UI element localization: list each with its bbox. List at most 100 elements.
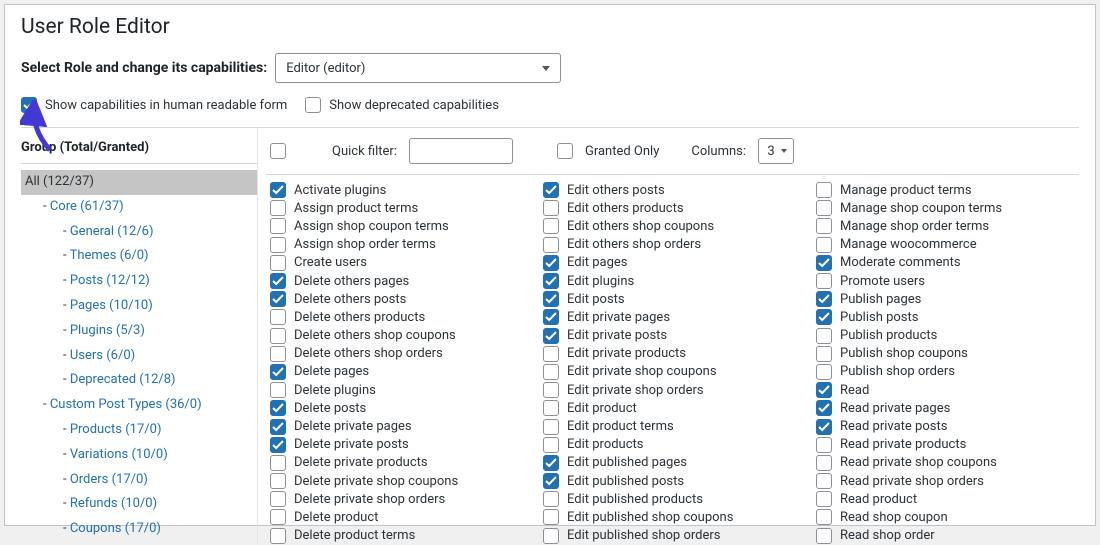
checkbox-icon bbox=[270, 528, 286, 544]
capability-label: Edit private shop orders bbox=[567, 383, 704, 398]
group-item-all[interactable]: All (122/37) bbox=[21, 170, 257, 195]
capability-row[interactable]: Read shop coupon bbox=[816, 508, 1079, 526]
columns-select[interactable]: 3 bbox=[758, 138, 794, 164]
capability-row[interactable]: Edit product terms bbox=[543, 417, 806, 435]
check-human-readable[interactable]: Show capabilities in human readable form bbox=[21, 97, 287, 113]
capability-row[interactable]: Read private products bbox=[816, 436, 1079, 454]
checkbox-icon bbox=[270, 382, 286, 398]
capability-row[interactable]: Delete others pages bbox=[270, 272, 533, 290]
capability-row[interactable]: Delete others products bbox=[270, 308, 533, 326]
capability-row[interactable]: Publish products bbox=[816, 327, 1079, 345]
capability-row[interactable]: Publish pages bbox=[816, 290, 1079, 308]
capability-row[interactable]: Manage woocommerce bbox=[816, 236, 1079, 254]
cap-column-1: Activate pluginsAssign product termsAssi… bbox=[270, 181, 533, 545]
group-item[interactable]: Plugins (5/3) bbox=[21, 319, 257, 344]
capability-row[interactable]: Delete product terms bbox=[270, 527, 533, 545]
capability-row[interactable]: Read private pages bbox=[816, 399, 1079, 417]
capability-label: Manage shop coupon terms bbox=[840, 201, 1002, 216]
capability-row[interactable]: Manage product terms bbox=[816, 181, 1079, 199]
capability-row[interactable]: Delete private pages bbox=[270, 417, 533, 435]
capability-row[interactable]: Read private shop orders bbox=[816, 472, 1079, 490]
capability-row[interactable]: Edit private shop coupons bbox=[543, 363, 806, 381]
checkbox-icon bbox=[816, 255, 832, 271]
group-item[interactable]: Products (17/0) bbox=[21, 418, 257, 443]
capability-row[interactable]: Manage shop order terms bbox=[816, 217, 1079, 235]
capability-row[interactable]: Edit product bbox=[543, 399, 806, 417]
capability-row[interactable]: Read private posts bbox=[816, 417, 1079, 435]
capability-row[interactable]: Edit published shop orders bbox=[543, 527, 806, 545]
capability-row[interactable]: Edit others shop orders bbox=[543, 236, 806, 254]
group-item[interactable]: Custom Post Types (36/0) bbox=[21, 393, 257, 418]
group-item[interactable]: Deprecated (12/8) bbox=[21, 368, 257, 393]
capability-row[interactable]: Assign shop coupon terms bbox=[270, 217, 533, 235]
capability-row[interactable]: Delete plugins bbox=[270, 381, 533, 399]
capability-row[interactable]: Edit private pages bbox=[543, 308, 806, 326]
capability-row[interactable]: Edit published shop coupons bbox=[543, 508, 806, 526]
group-item[interactable]: General (12/6) bbox=[21, 220, 257, 245]
capability-row[interactable]: Read private shop coupons bbox=[816, 454, 1079, 472]
capability-row[interactable]: Assign shop order terms bbox=[270, 236, 533, 254]
quick-filter-input[interactable] bbox=[409, 138, 513, 164]
group-item[interactable]: Users (6/0) bbox=[21, 344, 257, 369]
capability-label: Edit private shop coupons bbox=[567, 364, 717, 379]
capability-row[interactable]: Edit others products bbox=[543, 199, 806, 217]
capability-row[interactable]: Edit published pages bbox=[543, 454, 806, 472]
checkbox-icon bbox=[543, 437, 559, 453]
capability-row[interactable]: Edit published posts bbox=[543, 472, 806, 490]
capability-row[interactable]: Delete others shop orders bbox=[270, 345, 533, 363]
capability-row[interactable]: Activate plugins bbox=[270, 181, 533, 199]
role-select[interactable]: Editor (editor) bbox=[275, 53, 561, 83]
capability-row[interactable]: Delete private shop orders bbox=[270, 490, 533, 508]
capability-row[interactable]: Delete pages bbox=[270, 363, 533, 381]
capability-row[interactable]: Delete product bbox=[270, 508, 533, 526]
capability-row[interactable]: Create users bbox=[270, 254, 533, 272]
capability-row[interactable]: Edit pages bbox=[543, 254, 806, 272]
capability-row[interactable]: Edit products bbox=[543, 436, 806, 454]
capability-label: Edit private products bbox=[567, 346, 686, 361]
capability-row[interactable]: Delete others shop coupons bbox=[270, 327, 533, 345]
checkbox-icon bbox=[816, 437, 832, 453]
group-item[interactable]: Variations (10/0) bbox=[21, 443, 257, 468]
capability-row[interactable]: Delete private posts bbox=[270, 436, 533, 454]
capability-row[interactable]: Edit private products bbox=[543, 345, 806, 363]
capability-row[interactable]: Read product bbox=[816, 490, 1079, 508]
group-item[interactable]: Refunds (10/0) bbox=[21, 492, 257, 517]
checkbox-icon bbox=[270, 200, 286, 216]
capability-row[interactable]: Delete private products bbox=[270, 454, 533, 472]
capability-row[interactable]: Publish posts bbox=[816, 308, 1079, 326]
checkbox-icon bbox=[270, 419, 286, 435]
group-item[interactable]: Orders (17/0) bbox=[21, 468, 257, 493]
capability-row[interactable]: Edit private shop orders bbox=[543, 381, 806, 399]
group-item[interactable]: Pages (10/10) bbox=[21, 294, 257, 319]
capability-row[interactable]: Edit published products bbox=[543, 490, 806, 508]
capability-row[interactable]: Delete others posts bbox=[270, 290, 533, 308]
capability-row[interactable]: Moderate comments bbox=[816, 254, 1079, 272]
capability-row[interactable]: Read bbox=[816, 381, 1079, 399]
group-item[interactable]: Themes (6/0) bbox=[21, 244, 257, 269]
capability-row[interactable]: Edit others shop coupons bbox=[543, 217, 806, 235]
checkbox-icon bbox=[816, 528, 832, 544]
group-tree: All (122/37) Core (61/37)General (12/6)T… bbox=[21, 170, 257, 542]
capability-label: Edit published shop orders bbox=[567, 528, 721, 543]
group-item[interactable]: Posts (12/12) bbox=[21, 269, 257, 294]
capability-row[interactable]: Read shop order bbox=[816, 527, 1079, 545]
group-item[interactable]: Core (61/37) bbox=[21, 195, 257, 220]
checkbox-icon bbox=[543, 364, 559, 380]
capability-label: Edit others shop orders bbox=[567, 237, 701, 252]
capability-row[interactable]: Delete private shop coupons bbox=[270, 472, 533, 490]
capability-row[interactable]: Publish shop orders bbox=[816, 363, 1079, 381]
capability-row[interactable]: Delete posts bbox=[270, 399, 533, 417]
granted-only-checkbox[interactable] bbox=[557, 143, 573, 159]
capability-row[interactable]: Edit posts bbox=[543, 290, 806, 308]
check-deprecated[interactable]: Show deprecated capabilities bbox=[305, 97, 499, 113]
capability-row[interactable]: Edit plugins bbox=[543, 272, 806, 290]
capability-row[interactable]: Promote users bbox=[816, 272, 1079, 290]
capability-row[interactable]: Publish shop coupons bbox=[816, 345, 1079, 363]
capability-row[interactable]: Assign product terms bbox=[270, 199, 533, 217]
capability-row[interactable]: Edit private posts bbox=[543, 327, 806, 345]
select-all-checkbox[interactable] bbox=[270, 143, 286, 159]
capability-row[interactable]: Edit others posts bbox=[543, 181, 806, 199]
capability-row[interactable]: Manage shop coupon terms bbox=[816, 199, 1079, 217]
checkbox-icon bbox=[816, 419, 832, 435]
capability-label: Read private posts bbox=[840, 419, 947, 434]
